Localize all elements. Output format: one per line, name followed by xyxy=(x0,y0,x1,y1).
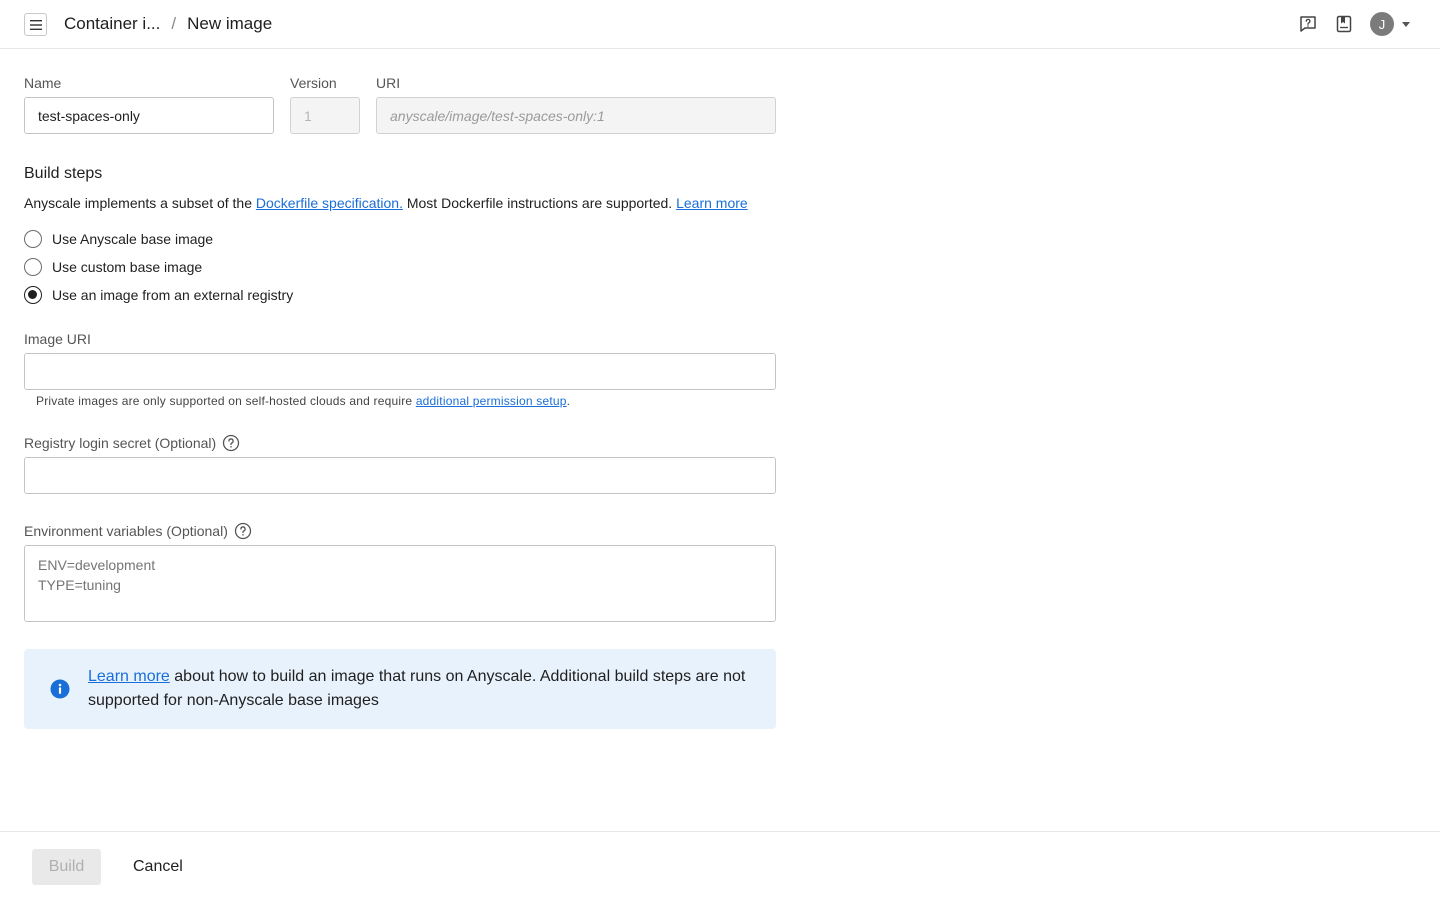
version-label: Version xyxy=(290,75,337,91)
info-text: Learn more about how to build an image t… xyxy=(88,665,756,713)
help-chat-icon xyxy=(1300,16,1316,32)
hamburger-menu-button[interactable] xyxy=(24,13,47,36)
info-body: about how to build an image that runs on… xyxy=(88,668,746,709)
env-vars-label-row: Environment variables (Optional) xyxy=(24,522,252,540)
avatar[interactable]: J xyxy=(1370,12,1394,36)
radio-button[interactable] xyxy=(24,230,42,248)
radio-button-selected[interactable] xyxy=(24,286,42,304)
radio-label: Use an image from an external registry xyxy=(52,287,294,303)
breadcrumb: Container i... / New image xyxy=(64,14,272,34)
docs-button[interactable] xyxy=(1334,14,1354,34)
cancel-button[interactable]: Cancel xyxy=(121,849,195,885)
version-input xyxy=(290,97,360,134)
image-uri-label: Image URI xyxy=(24,331,91,347)
dockerfile-spec-link[interactable]: Dockerfile specification. xyxy=(256,195,403,211)
image-uri-helper-text: Private images are only supported on sel… xyxy=(36,393,570,409)
breadcrumb-container-images[interactable]: Container i... xyxy=(64,14,160,34)
top-bar: Container i... / New image J xyxy=(0,0,1440,49)
build-button[interactable]: Build xyxy=(32,849,101,885)
build-steps-description: Anyscale implements a subset of the Dock… xyxy=(24,194,748,212)
info-learn-more-link[interactable]: Learn more xyxy=(88,668,170,685)
chevron-down-icon xyxy=(1402,21,1410,27)
registry-secret-label-row: Registry login secret (Optional) xyxy=(24,434,240,452)
bookmark-docs-icon xyxy=(1336,15,1352,33)
radio-button[interactable] xyxy=(24,258,42,276)
description-text-start: Anyscale implements a subset of the xyxy=(24,195,256,211)
env-vars-textarea[interactable] xyxy=(24,545,776,622)
registry-secret-label: Registry login secret (Optional) xyxy=(24,435,217,451)
helper-text: Private images are only supported on sel… xyxy=(36,394,416,408)
permission-setup-link[interactable]: additional permission setup xyxy=(416,394,567,408)
radio-label: Use Anyscale base image xyxy=(52,231,214,247)
page-title: New image xyxy=(187,14,273,33)
footer-bar: Build Cancel xyxy=(0,831,1440,900)
breadcrumb-separator: / xyxy=(171,14,177,33)
radio-label: Use custom base image xyxy=(52,259,203,275)
radio-custom-base-image[interactable]: Use custom base image xyxy=(24,258,202,276)
radio-external-registry[interactable]: Use an image from an external registry xyxy=(24,286,293,304)
info-banner: Learn more about how to build an image t… xyxy=(24,649,776,729)
uri-input xyxy=(376,97,776,134)
help-button[interactable] xyxy=(1298,14,1318,34)
registry-secret-input[interactable] xyxy=(24,457,776,494)
learn-more-link[interactable]: Learn more xyxy=(676,195,748,211)
user-menu[interactable]: J xyxy=(1370,12,1410,36)
name-label: Name xyxy=(24,75,62,91)
description-text-middle: Most Dockerfile instructions are support… xyxy=(402,195,677,211)
help-circle-icon[interactable] xyxy=(234,522,252,540)
env-vars-label: Environment variables (Optional) xyxy=(24,523,228,539)
build-steps-heading: Build steps xyxy=(24,165,103,182)
name-input[interactable] xyxy=(24,97,274,134)
help-circle-icon[interactable] xyxy=(222,434,240,452)
hamburger-menu-icon xyxy=(29,19,42,30)
uri-label: URI xyxy=(376,75,401,91)
radio-anyscale-base-image[interactable]: Use Anyscale base image xyxy=(24,230,213,248)
helper-text-end: . xyxy=(566,394,571,408)
info-icon xyxy=(50,679,70,699)
image-uri-input[interactable] xyxy=(24,353,776,390)
